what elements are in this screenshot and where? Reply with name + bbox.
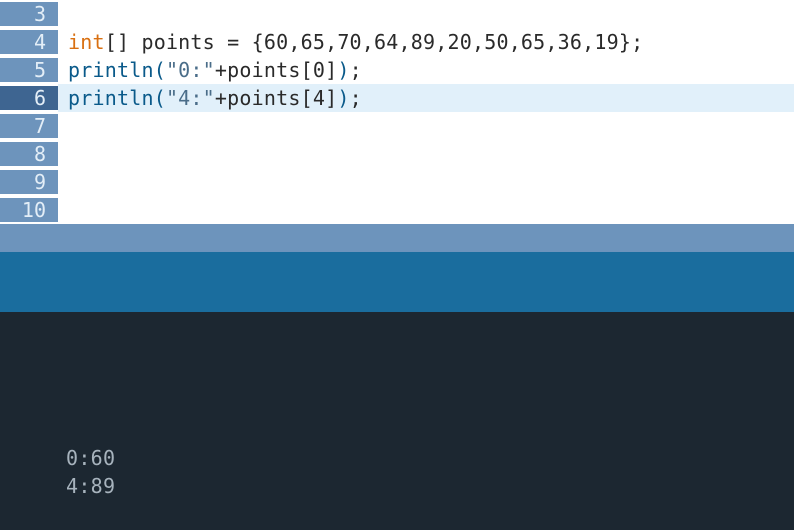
line-number: 8 — [0, 142, 58, 166]
code-line[interactable]: 7 — [0, 112, 794, 140]
line-number: 7 — [0, 114, 58, 138]
line-number: 3 — [0, 2, 58, 26]
code-line[interactable]: 9 — [0, 168, 794, 196]
code-text[interactable]: println("0:"+points[0]); — [58, 58, 362, 82]
code-line[interactable]: 10 — [0, 196, 794, 224]
line-content[interactable] — [58, 168, 794, 196]
code-line[interactable]: 6println("4:"+points[4]); — [0, 84, 794, 112]
console-line: 0:60 — [66, 444, 794, 472]
code-line[interactable]: 8 — [0, 140, 794, 168]
line-number: 10 — [0, 198, 58, 222]
console-line: 4:89 — [66, 472, 794, 500]
line-content[interactable]: println("0:"+points[0]); — [58, 56, 794, 84]
console-panel: 0:604:89 — [0, 312, 794, 530]
code-line[interactable]: 4int[] points = {60,65,70,64,89,20,50,65… — [0, 28, 794, 56]
line-number: 6 — [0, 86, 58, 110]
code-line[interactable]: 5println("0:"+points[0]); — [0, 56, 794, 84]
code-text[interactable]: println("4:"+points[4]); — [58, 86, 362, 110]
line-content[interactable] — [58, 196, 794, 224]
line-content[interactable]: println("4:"+points[4]); — [58, 84, 794, 112]
code-text[interactable]: int[] points = {60,65,70,64,89,20,50,65,… — [58, 30, 643, 54]
code-editor[interactable]: 34int[] points = {60,65,70,64,89,20,50,6… — [0, 0, 794, 224]
line-content[interactable] — [58, 0, 794, 28]
line-number: 4 — [0, 30, 58, 54]
line-content[interactable]: int[] points = {60,65,70,64,89,20,50,65,… — [58, 28, 794, 56]
line-number: 5 — [0, 58, 58, 82]
toolbar-divider — [0, 252, 794, 312]
code-line[interactable]: 3 — [0, 0, 794, 28]
gutter-strip — [0, 224, 794, 252]
line-content[interactable] — [58, 140, 794, 168]
line-content[interactable] — [58, 112, 794, 140]
line-number: 9 — [0, 170, 58, 194]
